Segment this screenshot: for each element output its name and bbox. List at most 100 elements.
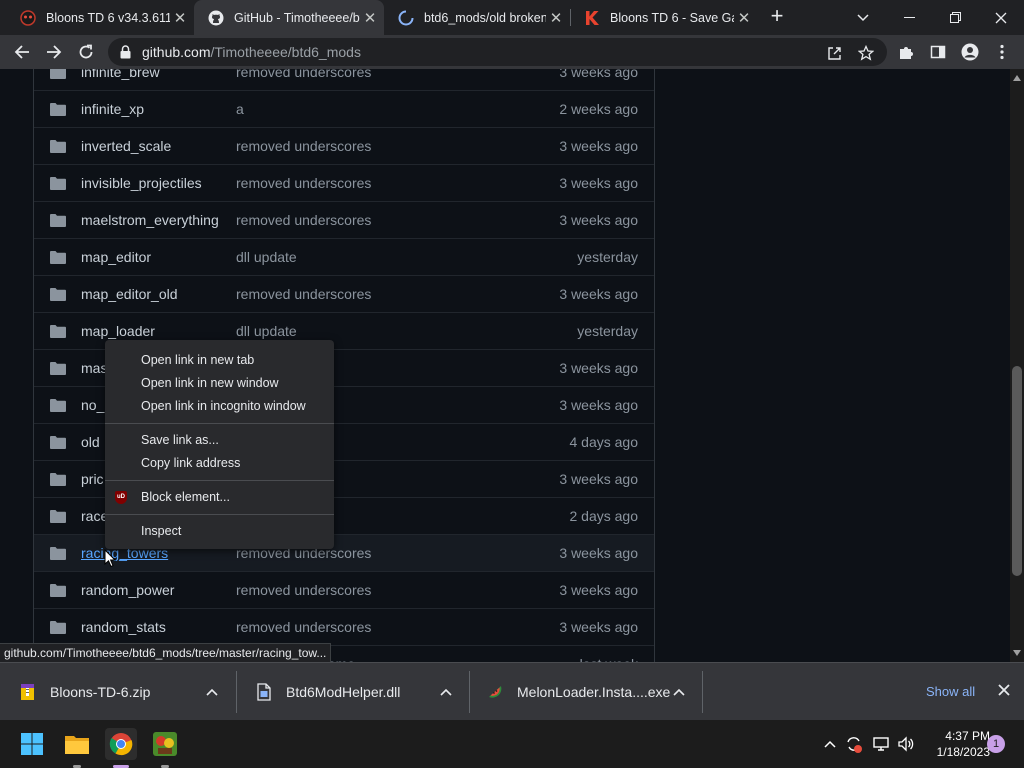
sync-alert-icon[interactable] [844,734,864,754]
download-item[interactable]: Bloons-TD-6.zip [20,663,226,721]
volume-icon[interactable] [896,734,916,754]
file-name-link[interactable]: map_editor_old [81,286,178,302]
page-scrollbar[interactable] [1010,69,1024,662]
tray-overflow-chevron-icon[interactable] [820,734,840,754]
minimize-button[interactable] [886,0,932,35]
menu-item-open-new-tab[interactable]: Open link in new tab [105,349,334,372]
file-name-link[interactable]: old [81,434,100,450]
new-tab-button[interactable]: + [766,5,788,29]
commit-message-link[interactable]: dll update [236,323,297,339]
reload-button[interactable] [73,39,99,65]
commit-age: 3 weeks ago [559,286,638,302]
system-clock[interactable]: 4:37 PM 1/18/2023 [920,728,990,760]
file-name-link[interactable]: map_editor [81,249,151,265]
menu-item-open-new-window[interactable]: Open link in new window [105,372,334,395]
share-icon[interactable] [825,44,843,62]
chevron-up-icon[interactable] [206,685,218,699]
mouse-cursor-icon [104,548,117,573]
menu-kebab-icon[interactable] [992,42,1012,62]
file-name-link[interactable]: no_ [81,397,104,413]
scroll-up-arrow-icon[interactable] [1013,75,1021,81]
bloons-game-taskbar-icon[interactable] [149,728,181,760]
download-filename: Bloons-TD-6.zip [50,684,151,700]
commit-message-link[interactable]: removed underscores [236,286,371,302]
file-name-link[interactable]: random_power [81,582,174,598]
file-name-link[interactable]: inverted_scale [81,138,171,154]
download-filename: MelonLoader.Insta....exe [517,684,671,700]
tab-strip: Bloons TD 6 v34.3.6116 ✕ GitHub - Timoth… [0,0,1024,35]
browser-toolbar: github.com/Timotheeee/btd6_mods [0,35,1024,69]
download-filename: Btd6ModHelper.dll [286,684,401,700]
commit-message-link[interactable]: removed underscores [236,138,371,154]
tab-bloons[interactable]: Bloons TD 6 v34.3.6116 ✕ [6,0,194,35]
tab-github[interactable]: GitHub - Timotheeee/bt ✕ [194,0,384,35]
table-row: map_editor_old removed underscores 3 wee… [34,275,654,312]
chevron-up-icon[interactable] [440,685,452,699]
scrollbar-thumb[interactable] [1012,366,1022,576]
menu-separator [105,423,334,424]
chrome-taskbar-icon[interactable] [105,728,137,760]
download-item[interactable]: Btd6ModHelper.dll [256,663,462,721]
file-name-link[interactable]: mas [81,360,107,376]
menu-item-block-element[interactable]: uD Block element... [105,486,334,509]
commit-age: 4 days ago [569,434,639,450]
back-button[interactable] [9,39,35,65]
address-bar[interactable]: github.com/Timotheeee/btd6_mods [108,38,887,66]
clock-date: 1/18/2023 [936,745,990,759]
close-tab-icon[interactable]: ✕ [360,9,380,27]
menu-item-save-link[interactable]: Save link as... [105,429,334,452]
menu-item-open-incognito[interactable]: Open link in incognito window [105,395,334,418]
commit-message-link[interactable]: removed underscores [236,619,371,635]
menu-item-inspect[interactable]: Inspect [105,520,334,543]
windows-start-icon[interactable] [16,728,48,760]
tab-btd6mods[interactable]: btd6_mods/old broken ✕ [384,0,570,35]
download-item[interactable]: MelonLoader.Insta....exe [487,663,693,721]
close-tab-icon[interactable]: ✕ [546,9,566,27]
table-row: invisible_projectiles removed underscore… [34,164,654,201]
file-name-link[interactable]: infinite_xp [81,101,144,117]
commit-age: 3 weeks ago [559,619,638,635]
close-window-button[interactable] [978,0,1024,35]
close-tab-icon[interactable]: ✕ [734,9,754,27]
close-tab-icon[interactable]: ✕ [170,9,190,27]
restore-button[interactable] [932,0,978,35]
file-icon [256,683,272,701]
table-row: random_power removed underscores 3 weeks… [34,571,654,608]
commit-age: 3 weeks ago [559,360,638,376]
bookmark-star-icon[interactable] [857,44,875,62]
commit-message-link[interactable]: removed underscores [236,212,371,228]
network-icon[interactable] [871,734,891,754]
menu-item-label: Block element... [141,490,230,504]
lock-icon[interactable] [120,45,131,64]
commit-message-link[interactable]: removed underscores [236,69,371,80]
side-panel-icon[interactable] [928,42,948,62]
commit-age: 2 weeks ago [559,101,638,117]
file-name-link[interactable]: map_loader [81,323,155,339]
commit-age: 3 weeks ago [559,397,638,413]
commit-message-link[interactable]: a [236,101,244,117]
file-name-link[interactable]: pric [81,471,104,487]
file-name-link[interactable]: invisible_projectiles [81,175,202,191]
reload-icon [79,44,93,59]
tab-title: btd6_mods/old broken [424,10,546,25]
commit-message-link[interactable]: removed underscores [236,175,371,191]
close-download-bar-icon[interactable] [998,681,1010,701]
file-name-link[interactable]: maelstrom_everything [81,212,219,228]
file-name-link[interactable]: random_stats [81,619,166,635]
forward-button[interactable] [41,39,67,65]
commit-message-link[interactable]: dll update [236,249,297,265]
menu-separator [105,480,334,481]
extensions-puzzle-icon[interactable] [896,42,916,62]
commit-message-link[interactable]: removed underscores [236,582,371,598]
file-explorer-icon[interactable] [61,728,93,760]
forward-arrow-icon [47,45,62,59]
tab-savegame[interactable]: Bloons TD 6 - Save Gam ✕ [570,0,758,35]
profile-avatar-icon[interactable] [960,42,980,62]
scroll-down-arrow-icon[interactable] [1013,650,1021,656]
chevron-up-icon[interactable] [673,685,685,699]
menu-item-copy-link[interactable]: Copy link address [105,452,334,475]
show-all-downloads-link[interactable]: Show all [926,684,975,699]
notification-badge[interactable]: 1 [987,735,1005,753]
tab-search-icon[interactable] [840,0,886,35]
file-name-link[interactable]: infinite_brew [81,69,160,80]
